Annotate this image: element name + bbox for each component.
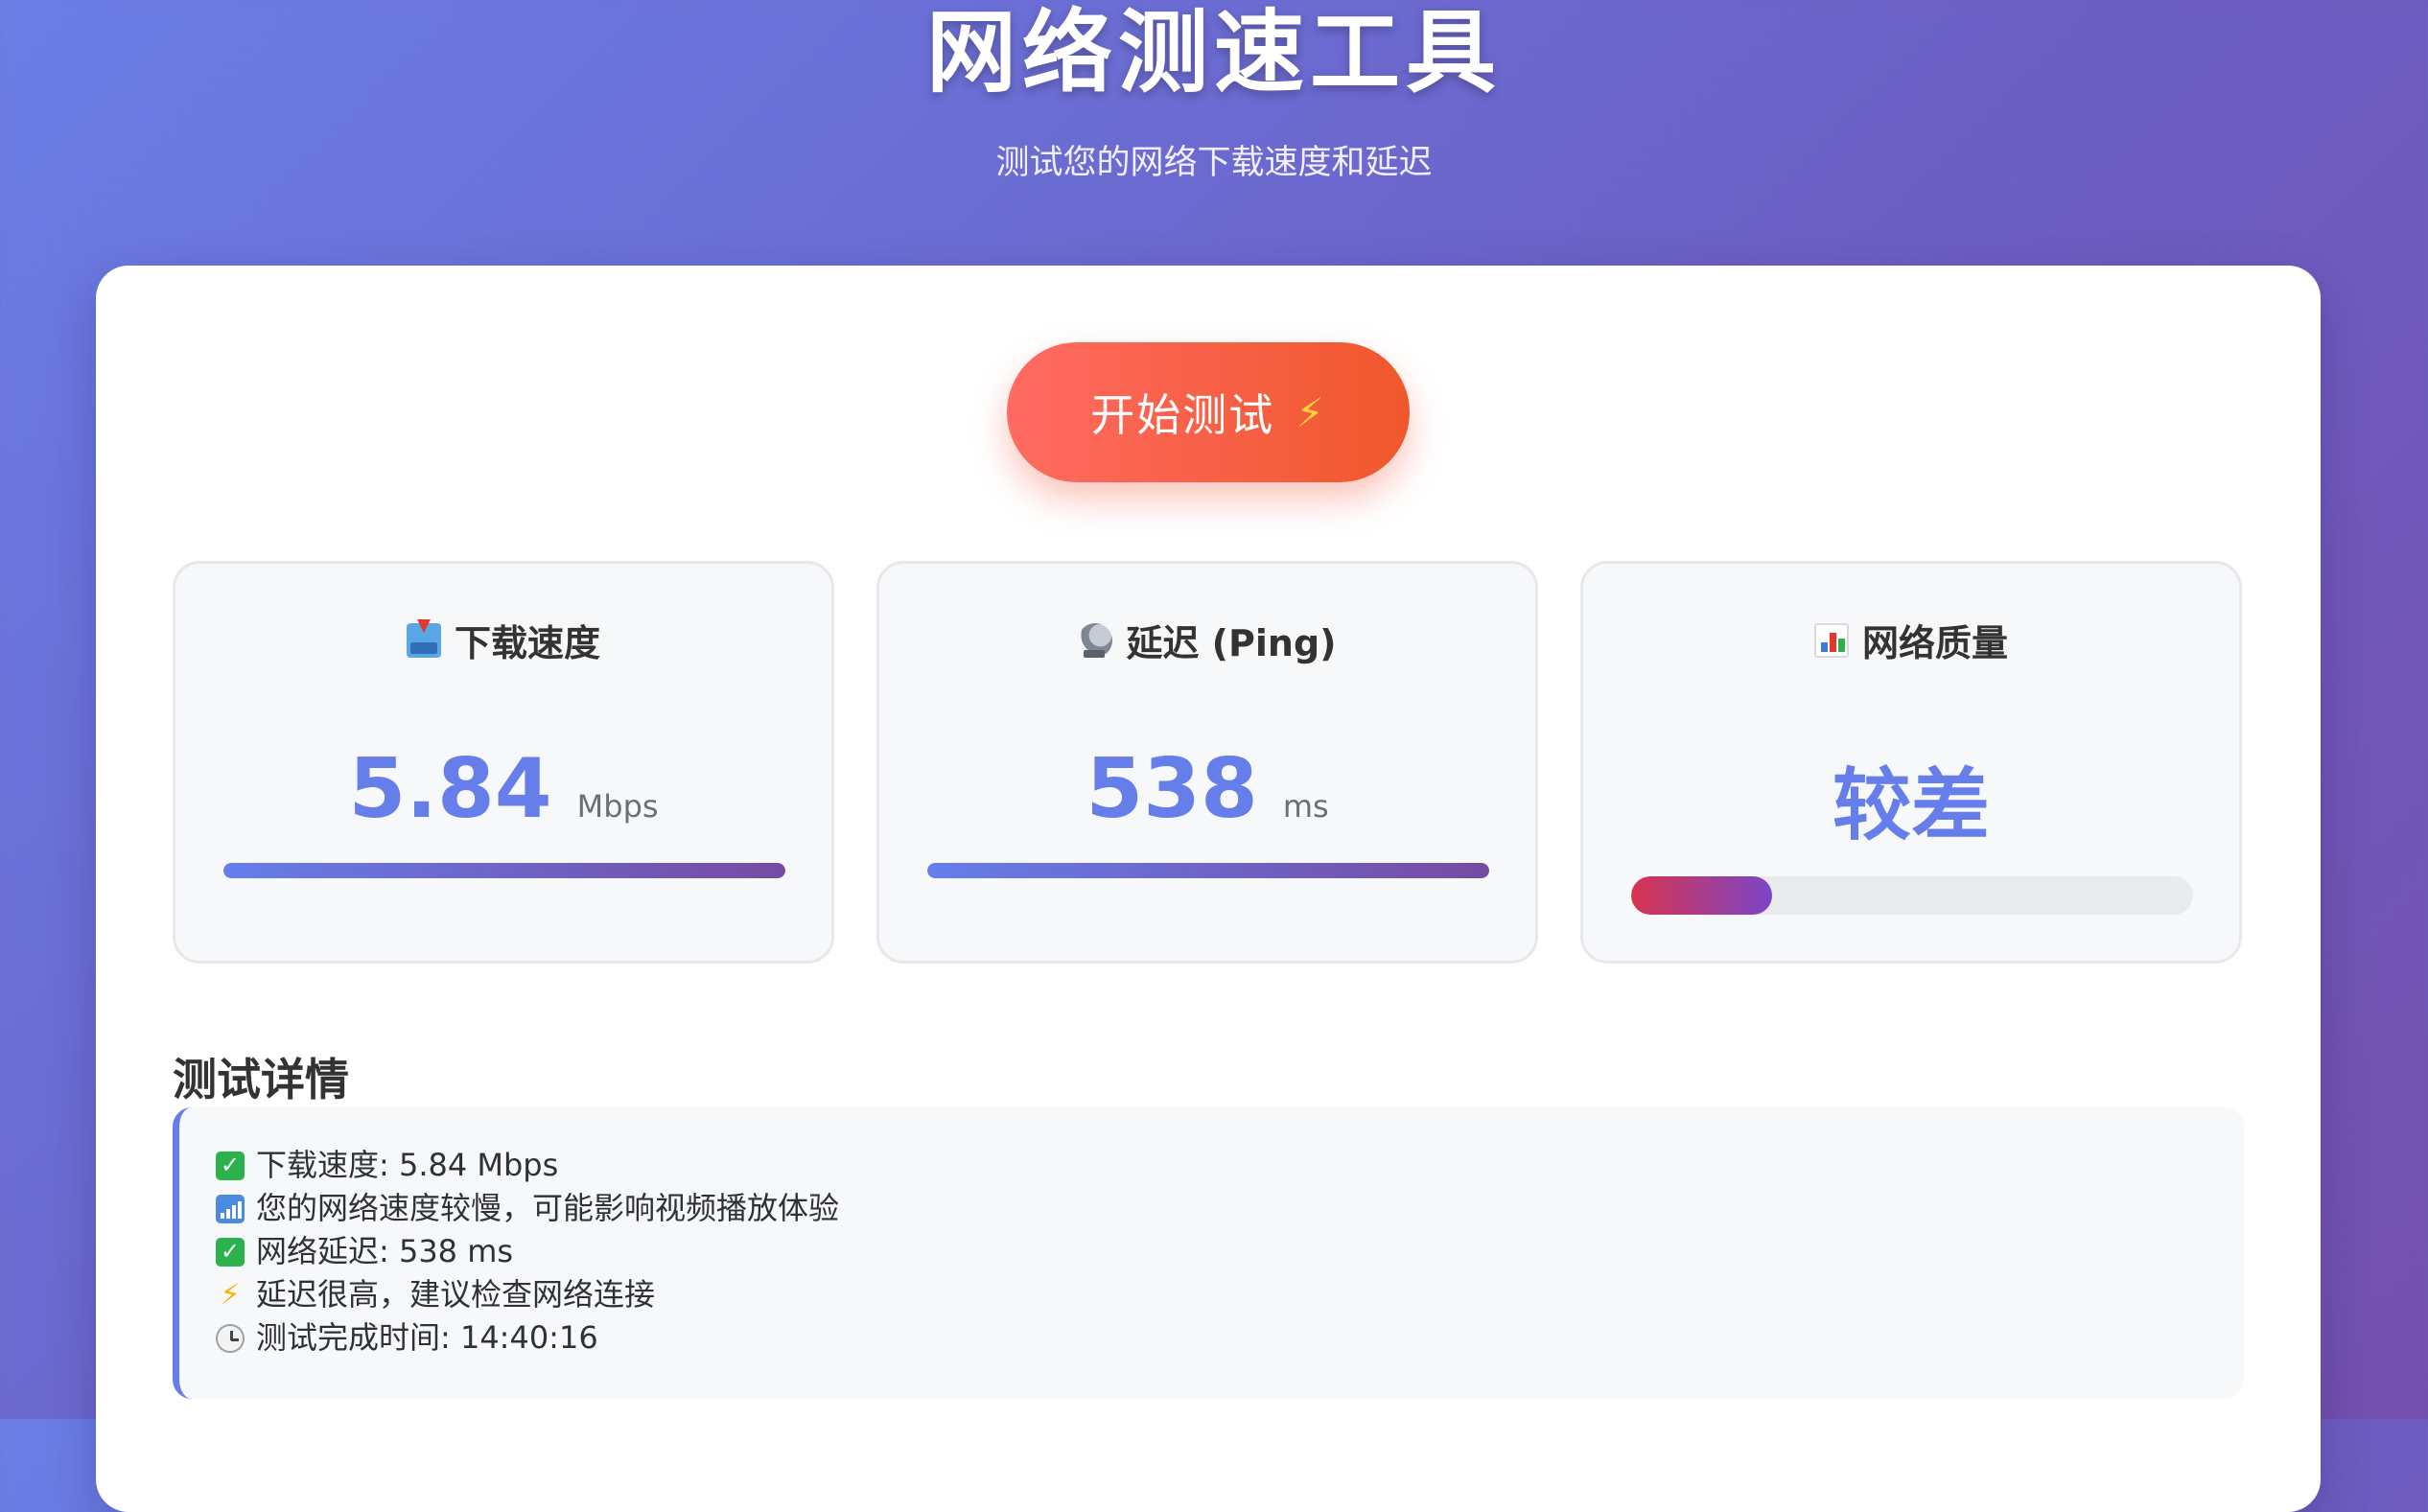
download-speed-bar-fill xyxy=(223,863,785,878)
download-speed-header: 下载速度 xyxy=(175,614,831,666)
signal-icon xyxy=(216,1194,245,1223)
detail-text: 您的网络速度较慢，可能影响视频播放体验 xyxy=(256,1190,840,1226)
main-card: 开始测试 ⚡ 下载速度 5.84 Mbps 延迟 (Ping) 538 ms 网… xyxy=(96,266,2321,1512)
download-speed-bar xyxy=(223,863,785,878)
detail-line: 您的网络速度较慢，可能影响视频播放体验 xyxy=(216,1187,2244,1230)
detail-line: ✓ 下载速度: 5.84 Mbps xyxy=(216,1144,2244,1187)
detail-line: ✓ 网络延迟: 538 ms xyxy=(216,1230,2244,1273)
page-subtitle: 测试您的网络下载速度和延迟 xyxy=(995,144,1433,182)
latency-unit: ms xyxy=(1282,788,1329,825)
lightning-icon: ⚡ xyxy=(220,1278,241,1312)
network-quality-bar-fill xyxy=(1631,876,1772,915)
satellite-dish-icon xyxy=(1078,622,1113,658)
latency-value: 538 xyxy=(1086,741,1258,837)
latency-bar xyxy=(927,863,1489,878)
latency-card: 延迟 (Ping) 538 ms xyxy=(876,561,1538,964)
network-quality-card: 网络质量 较差 xyxy=(1580,561,2242,964)
latency-header: 延迟 (Ping) xyxy=(879,614,1535,666)
check-icon: ✓ xyxy=(216,1237,245,1267)
network-quality-value: 较差 xyxy=(1832,760,1990,851)
detail-text: 网络延迟: 538 ms xyxy=(256,1233,514,1269)
network-quality-header: 网络质量 xyxy=(1583,614,2239,666)
details-panel: ✓ 下载速度: 5.84 Mbps 您的网络速度较慢，可能影响视频播放体验 ✓ … xyxy=(173,1107,2244,1399)
detail-text: 下载速度: 5.84 Mbps xyxy=(256,1147,559,1183)
latency-value-row: 538 ms xyxy=(879,741,1535,837)
latency-title: 延迟 (Ping) xyxy=(1126,622,1337,664)
network-quality-title: 网络质量 xyxy=(1861,622,2008,664)
details-title: 测试详情 xyxy=(173,1054,349,1105)
clock-icon xyxy=(216,1323,245,1353)
download-speed-value: 5.84 xyxy=(348,741,552,837)
network-quality-bar xyxy=(1631,876,2193,915)
download-speed-unit: Mbps xyxy=(576,788,659,825)
start-test-label: 开始测试 xyxy=(1090,389,1275,441)
latency-bar-fill xyxy=(927,863,1489,878)
check-icon: ✓ xyxy=(216,1151,245,1180)
lightning-icon: ⚡ xyxy=(1296,388,1326,436)
download-speed-card: 下载速度 5.84 Mbps xyxy=(173,561,834,964)
detail-text: 延迟很高，建议检查网络连接 xyxy=(256,1276,656,1313)
download-speed-value-row: 5.84 Mbps xyxy=(175,741,831,837)
inbox-tray-icon xyxy=(406,618,441,658)
download-speed-title: 下载速度 xyxy=(454,622,600,664)
detail-line: 测试完成时间: 14:40:16 xyxy=(216,1316,2244,1360)
detail-line: ⚡ 延迟很高，建议检查网络连接 xyxy=(216,1273,2244,1316)
start-test-button[interactable]: 开始测试 ⚡ xyxy=(1007,342,1410,482)
detail-text: 测试完成时间: 14:40:16 xyxy=(256,1319,598,1356)
bar-chart-icon xyxy=(1813,622,1849,658)
page-title: 网络测速工具 xyxy=(925,1,1502,105)
